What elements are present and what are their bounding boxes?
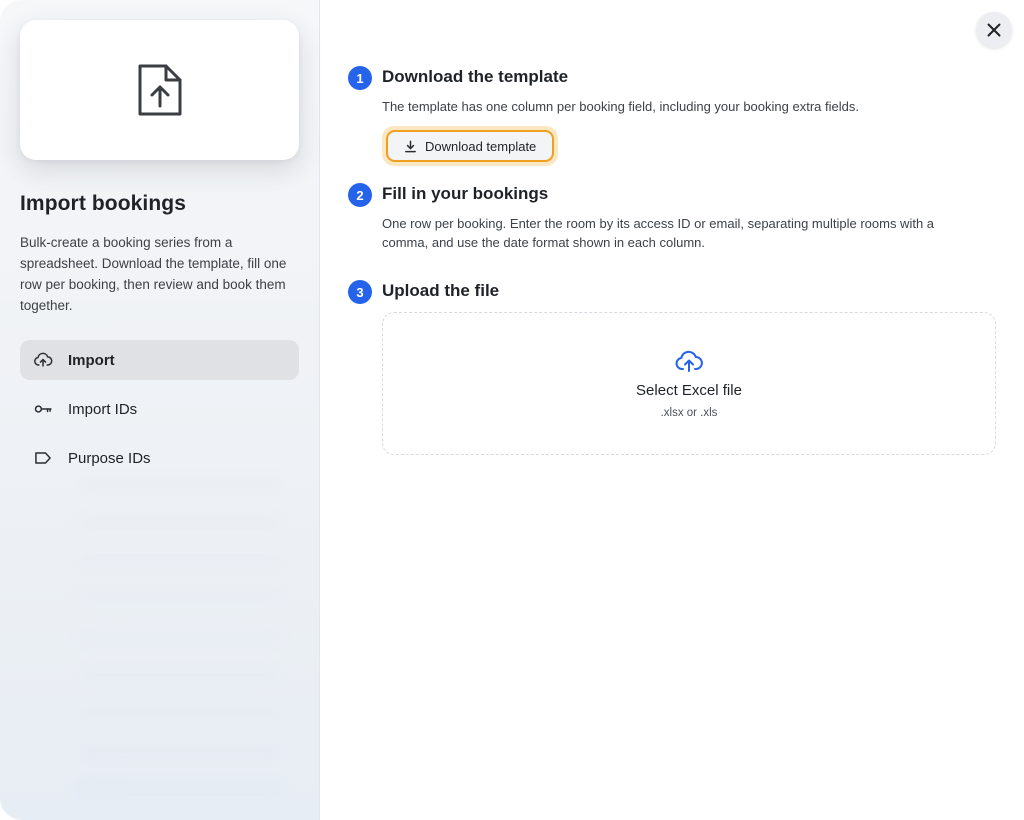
step-number-badge: 2 <box>348 183 372 207</box>
step-number-badge: 1 <box>348 66 372 90</box>
close-button[interactable] <box>976 12 1012 48</box>
step-title: Upload the file <box>382 281 500 300</box>
main-panel: 1 Download the template The template has… <box>320 0 1024 820</box>
sidebar-item-import-ids[interactable]: Import IDs <box>20 389 299 429</box>
sidebar-description: Bulk-create a booking series from a spre… <box>20 235 287 313</box>
dropzone-hint: .xlsx or .xls <box>660 407 718 419</box>
step-fill-bookings: 2 Fill in your bookings One row per book… <box>348 183 996 280</box>
step-title: Fill in your bookings <box>382 184 549 203</box>
step-number-badge: 3 <box>348 280 372 304</box>
sidebar-title: Import bookings <box>20 192 186 215</box>
step-description: One row per booking. Enter the room by i… <box>382 216 935 250</box>
close-icon <box>987 23 1001 37</box>
sidebar-item-label: Purpose IDs <box>68 449 151 467</box>
tag-icon <box>32 447 54 469</box>
sidebar-nav: Import Import IDs Purpose IDs <box>20 340 299 478</box>
download-template-button[interactable]: Download template <box>386 130 555 162</box>
step-download-template: 1 Download the template The template has… <box>348 66 996 183</box>
sidebar-background-decoration <box>80 480 280 810</box>
step-upload-file: 3 Upload the file Select Excel file .xls… <box>348 280 996 455</box>
sidebar-item-import[interactable]: Import <box>20 340 299 380</box>
step-description: The template has one column per booking … <box>382 99 859 114</box>
sidebar-item-purpose-ids[interactable]: Purpose IDs <box>20 438 299 478</box>
cloud-upload-icon <box>675 350 703 372</box>
sidebar-item-label: Import IDs <box>68 400 138 418</box>
file-upload-preview-card <box>20 20 299 160</box>
step-title: Download the template <box>382 67 569 86</box>
cloud-upload-icon <box>32 349 54 371</box>
download-template-label: Download template <box>425 138 537 154</box>
download-button-focus-ring: Download template <box>382 126 559 166</box>
file-dropzone[interactable]: Select Excel file .xlsx or .xls <box>382 312 996 455</box>
file-upload-icon <box>138 64 181 116</box>
key-icon <box>32 398 54 420</box>
import-bookings-modal: Import bookings Bulk-create a booking se… <box>0 0 1024 820</box>
dropzone-title: Select Excel file <box>636 382 742 399</box>
sidebar: Import bookings Bulk-create a booking se… <box>0 0 320 820</box>
sidebar-item-label: Import <box>68 351 115 369</box>
download-icon <box>405 140 416 152</box>
